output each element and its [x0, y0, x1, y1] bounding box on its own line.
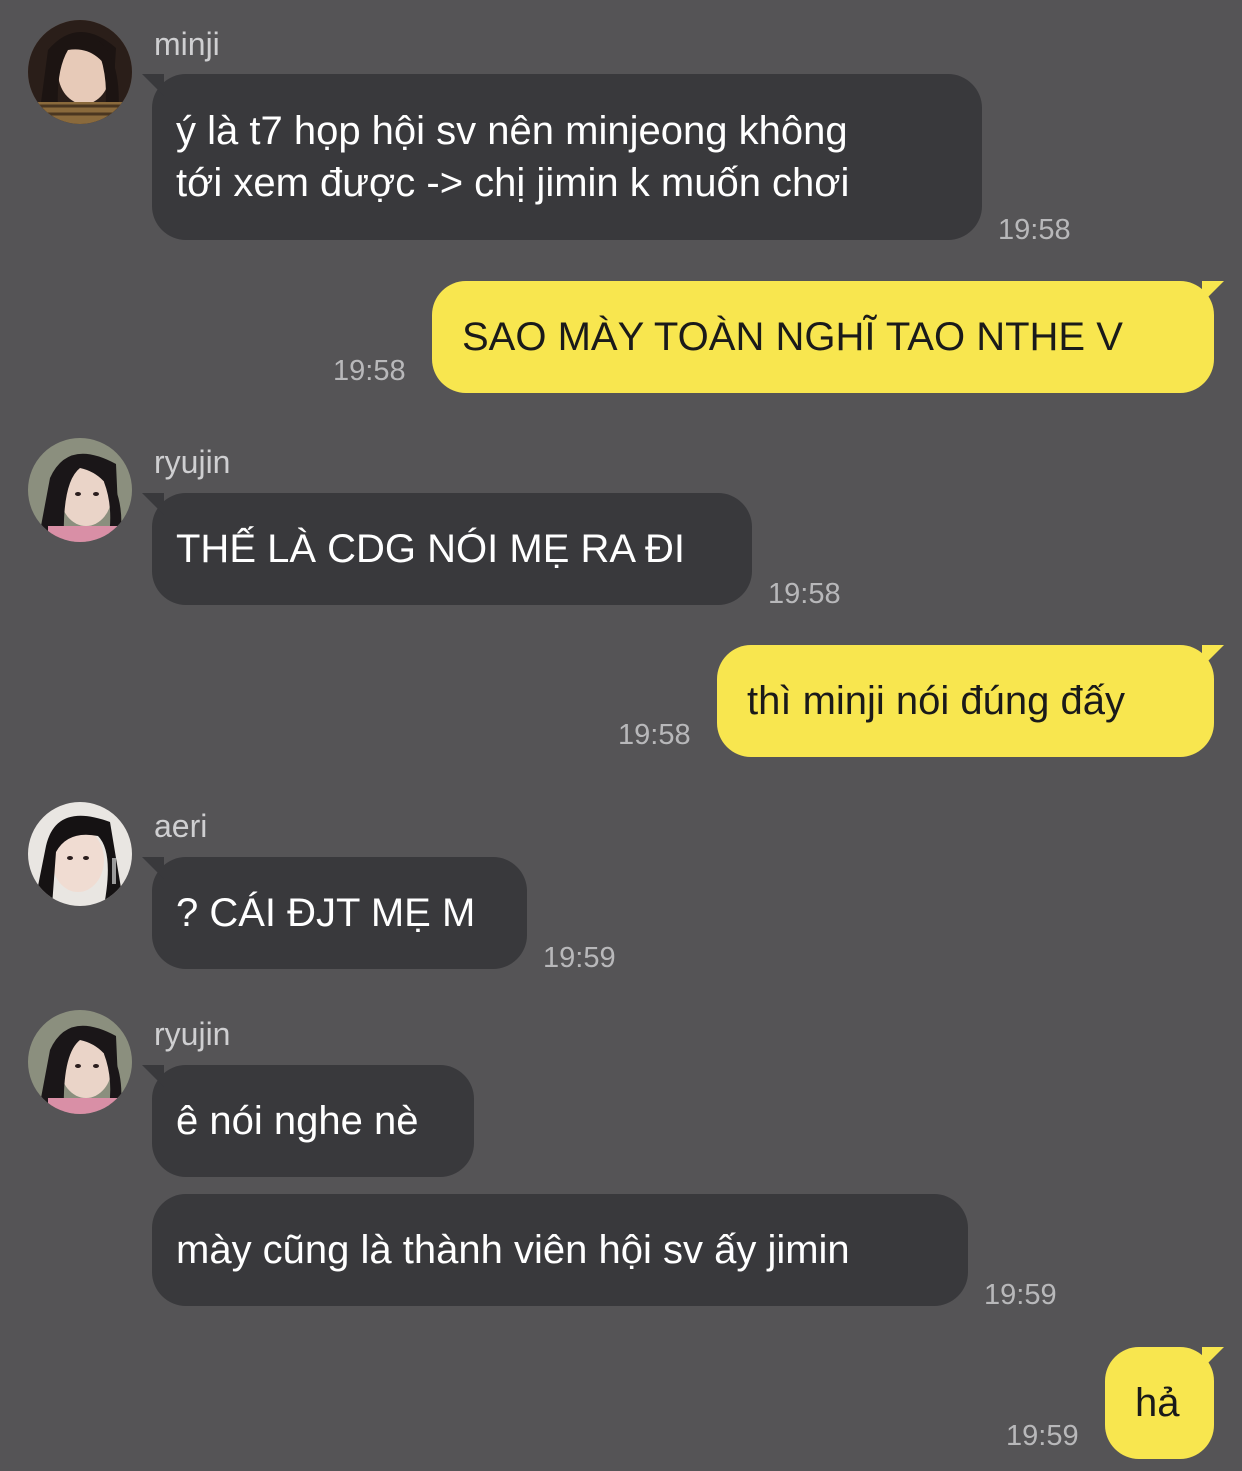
bubble-tail	[142, 857, 164, 879]
message-time: 19:59	[984, 1279, 1057, 1311]
sender-name: minji	[154, 26, 220, 62]
message-text-line: ê nói nghe nè	[176, 1099, 419, 1143]
message-bubble[interactable]: ? CÁI ĐJT MẸ M	[142, 857, 527, 969]
message-bubble-sent[interactable]: hả	[1105, 1347, 1224, 1459]
message-bubble-sent[interactable]: SAO MÀY TOÀN NGHĨ TAO NTHE V	[432, 281, 1224, 393]
message-text-line: ý là t7 họp hội sv nên minjeong không	[176, 109, 848, 153]
bubble-tail	[142, 1065, 164, 1087]
bubble-tail	[142, 493, 164, 515]
avatar-ryujin[interactable]	[28, 438, 132, 542]
message-text-line: THẾ LÀ CDG NÓI MẸ RA ĐI	[176, 527, 685, 571]
message-time: 19:58	[333, 355, 406, 387]
avatar-minji[interactable]	[28, 20, 132, 124]
avatar-ryujin[interactable]	[28, 1010, 132, 1114]
message-time: 19:59	[543, 942, 616, 974]
bubble-tail	[1202, 281, 1224, 303]
message-time: 19:59	[1006, 1420, 1079, 1452]
message-bubble-sent[interactable]: thì minji nói đúng đấy	[717, 645, 1224, 757]
message-text-line: mày cũng là thành viên hội sv ấy jimin	[176, 1228, 850, 1272]
message-text-line: thì minji nói đúng đấy	[747, 679, 1126, 723]
message-text-line: tới xem được -> chị jimin k muốn chơi	[176, 161, 850, 205]
message-bubble[interactable]: THẾ LÀ CDG NÓI MẸ RA ĐI	[142, 493, 752, 605]
sender-name: ryujin	[154, 444, 231, 480]
avatar-aeri[interactable]	[28, 802, 132, 906]
message-bubble[interactable]: ý là t7 họp hội sv nên minjeong không tớ…	[142, 74, 982, 240]
sender-name: aeri	[154, 808, 208, 844]
message-text-line: ? CÁI ĐJT MẸ M	[176, 891, 476, 935]
message-text-line: SAO MÀY TOÀN NGHĨ TAO NTHE V	[462, 315, 1123, 359]
message-time: 19:58	[998, 214, 1071, 246]
message-time: 19:58	[618, 719, 691, 751]
sender-name: ryujin	[154, 1016, 231, 1052]
message-bubble[interactable]: mày cũng là thành viên hội sv ấy jimin	[152, 1194, 968, 1306]
message-time: 19:58	[768, 578, 841, 610]
message-bubble[interactable]: ê nói nghe nè	[142, 1065, 474, 1177]
message-text-line: hả	[1135, 1381, 1180, 1425]
bubble-tail	[1202, 645, 1224, 667]
bubble-tail	[1202, 1347, 1224, 1369]
bubble-tail	[142, 74, 164, 96]
